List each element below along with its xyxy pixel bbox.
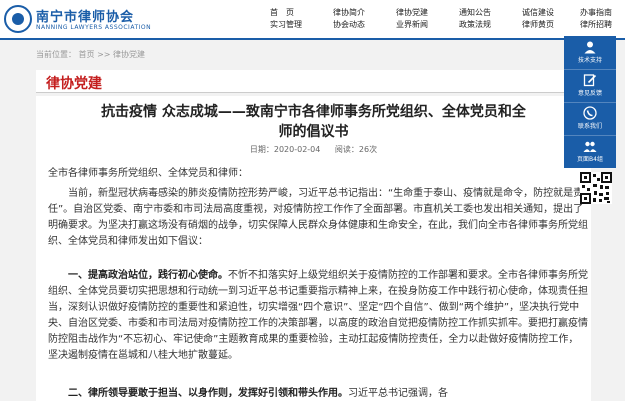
article-paragraph-3-body: 习近平总书记强调，各 [348,388,448,399]
article-date: 日期：2020-02-04 [249,145,321,154]
breadcrumb: 当前位置： 首页 >> 律协党建 [36,49,591,63]
nav-column-2: 律协简介 协会动态 [333,7,365,31]
article-title-line-2: 师的倡议书 [278,124,349,140]
sidebar-item-label: 技术支持 [577,57,602,64]
sidebar-item-label: 联系我们 [577,123,602,130]
nav-item-party[interactable]: 律协党建 [396,7,428,19]
phone-icon [583,106,597,120]
sidebar-item-group[interactable]: 页面B4组 [564,135,616,169]
section-title: 律协党建 [46,76,102,92]
floating-sidebar: 技术支持 意见反馈 联系我们 页面B4组 [564,36,616,169]
sidebar-item-contact[interactable]: 联系我们 [564,102,616,136]
nav-column-4: 通知公告 政策法规 [459,7,491,31]
nav-item-news[interactable]: 协会动态 [333,19,365,31]
article-panel: 抗击疫情 众志成城——致南宁市各律师事务所党组织、全体党员和全 师的倡议书 日期… [36,96,591,401]
breadcrumb-separator: >> [97,50,111,59]
nav-item-guide[interactable]: 办事指南 [580,7,612,19]
nav-item-internship[interactable]: 实习管理 [270,19,302,31]
nav-item-home[interactable]: 首 页 [270,7,302,19]
nav-item-policy[interactable]: 政策法规 [459,19,491,31]
article-paragraph-3: 二、律所领导要敢于担当、以身作则，发挥好引领和带头作用。习近平总书记强调，各 [48,386,588,401]
site-header: 南宁市律师协会 NANNING LAWYERS ASSOCIATION 首 页 … [0,0,625,40]
person-icon [584,41,596,54]
qr-code-icon [580,172,612,204]
article-paragraph-2-heading: 一、提高政治站位，践行初心使命。 [68,270,228,281]
nav-column-6: 办事指南 律所招聘 [580,7,612,31]
nav-item-directory[interactable]: 律师黄页 [522,19,554,31]
nav-column-3: 律协党建 业界新闻 [396,7,428,31]
article-views: 阅读：26次 [334,145,378,154]
section-header: 律协党建 [36,70,591,93]
breadcrumb-home[interactable]: 首页 [79,50,95,59]
nav-column-1: 首 页 实习管理 [270,7,302,31]
article-paragraph-3-heading: 二、律所领导要敢于担当、以身作则，发挥好引领和带头作用。 [68,388,348,399]
edit-icon [583,74,597,87]
article-meta: 日期：2020-02-04 阅读：26次 [36,144,591,155]
sidebar-item-label: 页面B4组 [577,156,603,163]
sidebar-item-feedback[interactable]: 意见反馈 [564,69,616,103]
nav-item-industry[interactable]: 业界新闻 [396,19,428,31]
nav-item-integrity[interactable]: 诚信建设 [522,7,554,19]
group-icon [583,141,597,152]
article-title-line-1: 抗击疫情 众志成城——致南宁市各律师事务所党组织、全体党员和全 [101,104,526,120]
sidebar-item-label: 意见反馈 [577,90,602,97]
nav-item-notices[interactable]: 通知公告 [459,7,491,19]
breadcrumb-current[interactable]: 律协党建 [113,50,145,59]
article-greeting: 全市各律师事务所党组织、全体党员和律师： [48,168,248,179]
sidebar-item-tech-support[interactable]: 技术支持 [564,36,616,70]
nav-column-5: 诚信建设 律师黄页 [522,7,554,31]
article-paragraph-2-body: 不忻不扣落实好上级党组织关于疫情防控的工作部署和要求。全市各律师事务所党组织、全… [48,270,588,361]
nav-item-jobs[interactable]: 律所招聘 [580,19,612,31]
article-paragraph-1: 当前，新型冠状病毒感染的肺炎疫情防控形势严峻，习近平总书记指出：“生命重于泰山、… [48,188,588,247]
site-title[interactable]: 南宁市律师协会 [36,6,134,25]
association-logo-icon[interactable] [4,5,32,33]
site-subtitle: NANNING LAWYERS ASSOCIATION [36,24,152,31]
breadcrumb-label: 当前位置： [36,50,76,59]
nav-item-about[interactable]: 律协简介 [333,7,365,19]
article-paragraph-2: 一、提高政治站位，践行初心使命。不忻不扣落实好上级党组织关于疫情防控的工作部署和… [48,268,588,364]
